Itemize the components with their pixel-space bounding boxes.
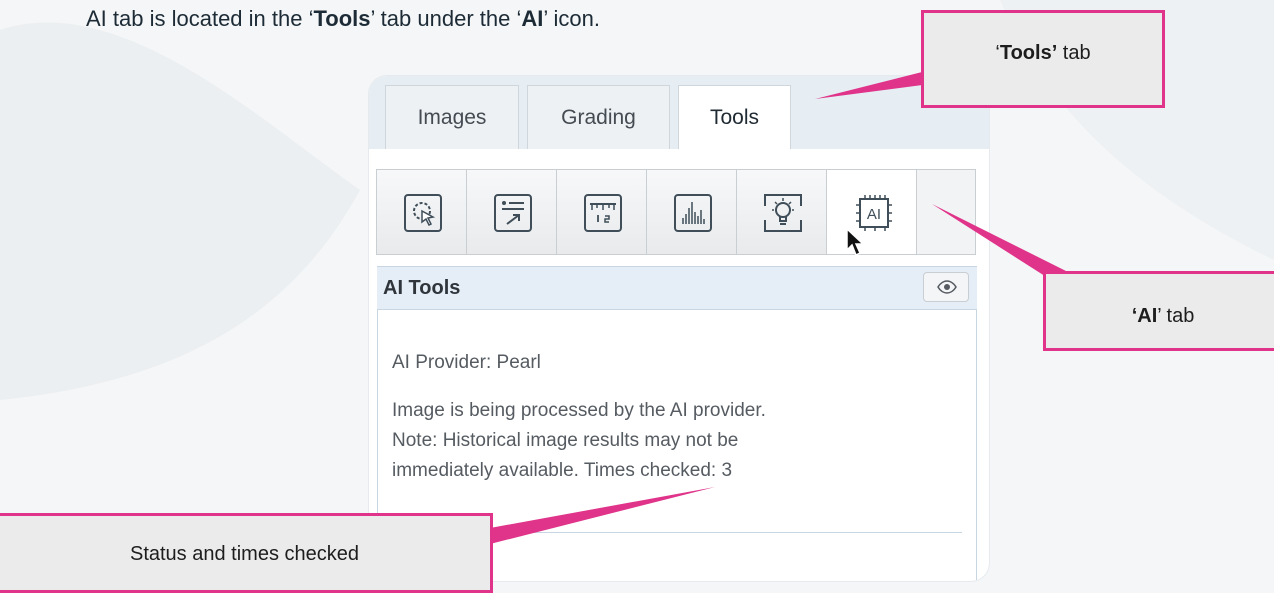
ai-tab-pointer (932, 204, 1080, 278)
tools-tab-pointer (815, 70, 930, 99)
callout-status: Status and times checked (0, 513, 493, 593)
callout-ai-tab: ‘AI’ tab (1043, 271, 1274, 351)
status-pointer (490, 487, 715, 544)
callout-tools-tab: ‘Tools’ tab (921, 10, 1165, 108)
